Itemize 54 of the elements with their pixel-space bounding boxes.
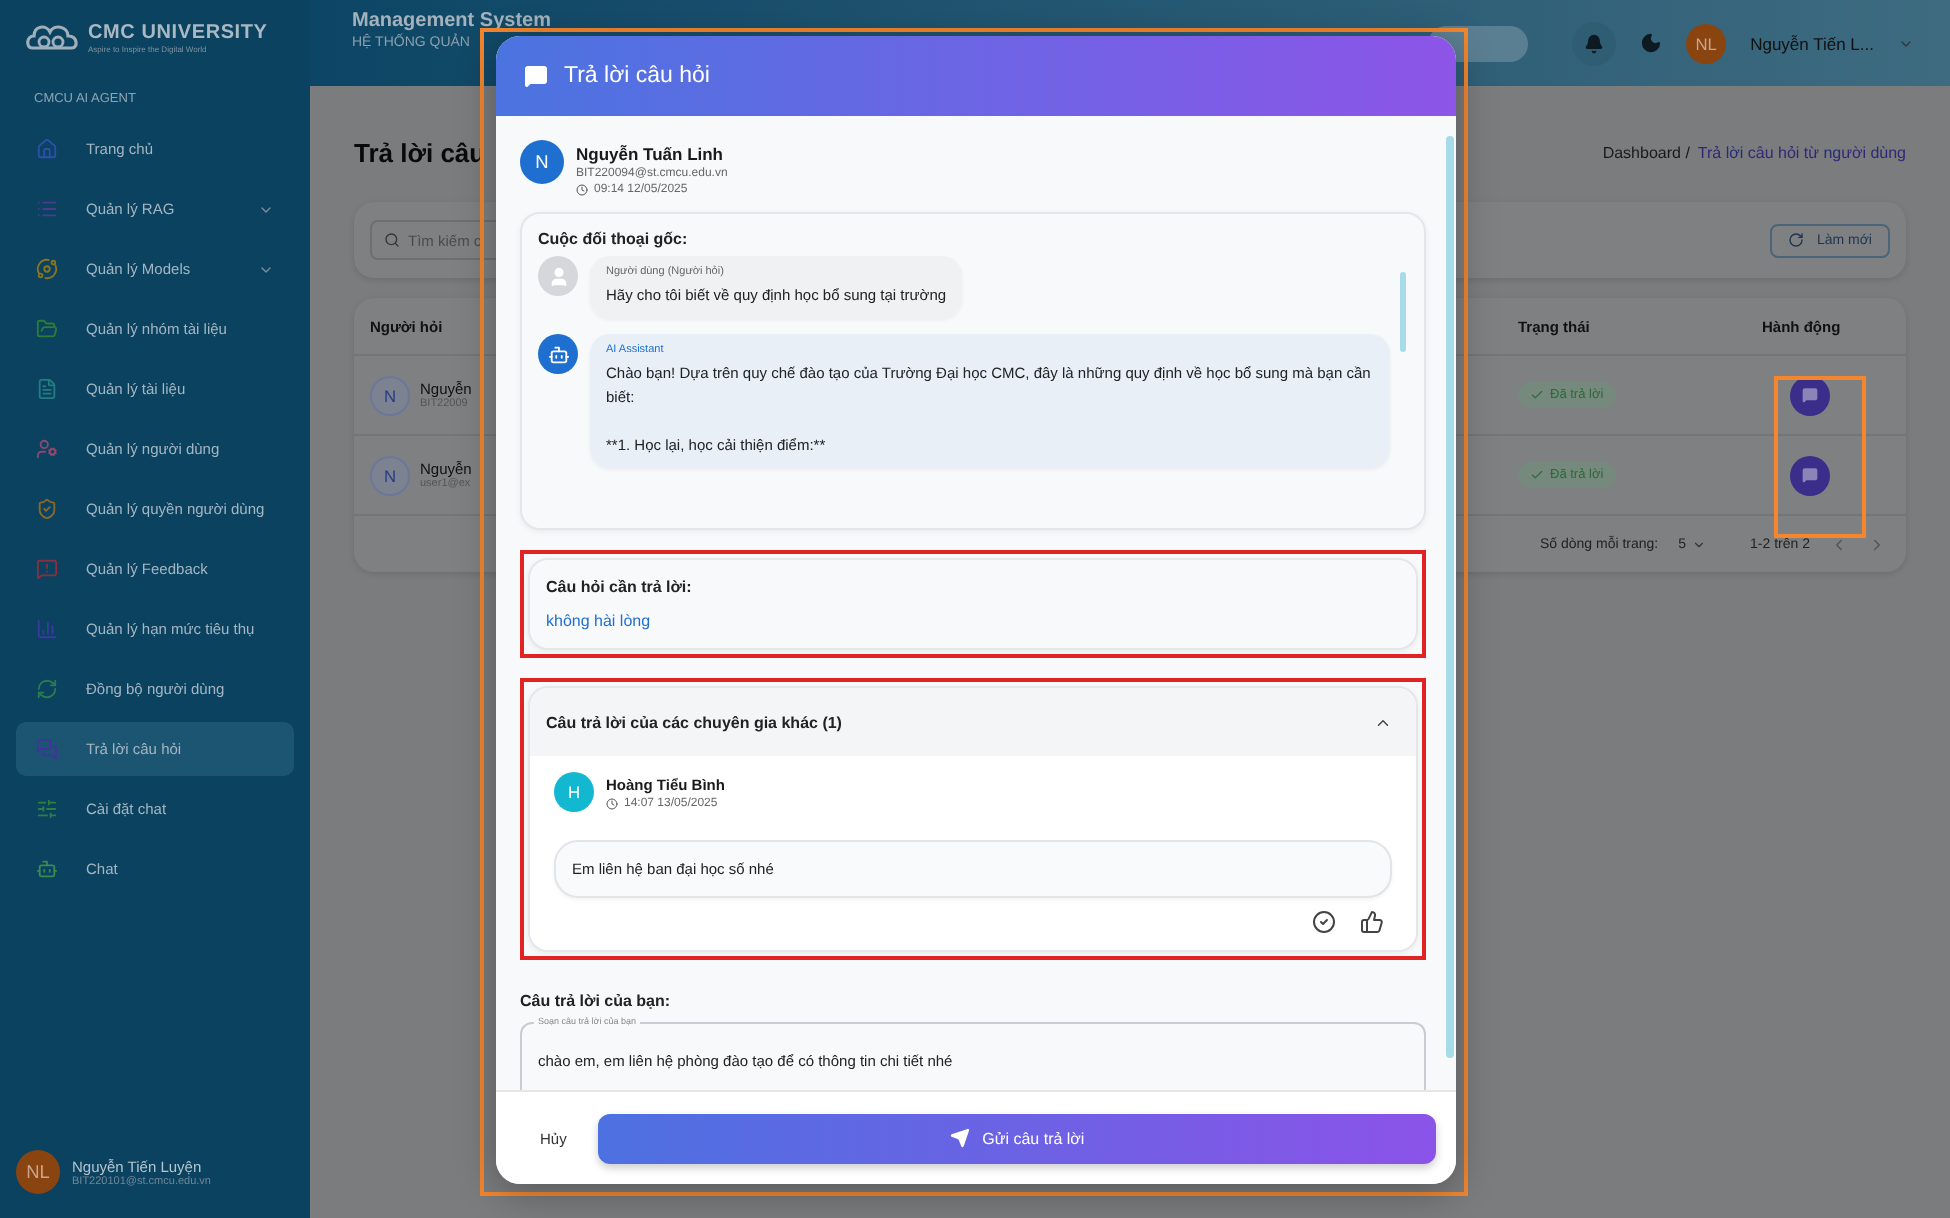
send-icon [950, 1128, 971, 1148]
panel-title: Câu hỏi cần trả lời: [546, 578, 694, 596]
refresh-icon [1788, 232, 1805, 248]
feedback-icon [36, 558, 58, 580]
moon-icon [1640, 32, 1663, 54]
folder-icon [36, 318, 58, 340]
dialog-title: Trả lời câu hỏi [564, 64, 710, 88]
sync-icon [36, 678, 58, 700]
search-icon [384, 232, 400, 248]
bell-icon [1584, 33, 1605, 53]
list-icon [36, 198, 58, 220]
reply-button[interactable] [1790, 455, 1830, 495]
asker-name: Nguyễn Tuấn Linh [576, 144, 726, 164]
question-text: không hài lòng [546, 612, 653, 630]
assistant-avatar [538, 334, 578, 374]
home-icon [36, 138, 58, 160]
bar-chart-icon [36, 618, 58, 640]
user-avatar [538, 256, 578, 296]
user-avatar: N [370, 455, 410, 495]
user-avatar: NL [16, 1150, 60, 1194]
clock-icon [606, 798, 618, 810]
shield-icon [36, 498, 58, 520]
caret-icon [1692, 537, 1707, 551]
chat-icon [36, 738, 58, 760]
breadcrumb-link[interactable]: Dashboard / [1602, 143, 1690, 161]
submit-button[interactable]: Gửi câu trả lời [598, 1113, 1436, 1163]
clock-icon [576, 184, 588, 196]
asker-avatar: N [520, 140, 564, 184]
panel-title: Cuộc đối thoại gốc: [538, 230, 690, 248]
user-avatar[interactable]: NL [1686, 23, 1727, 63]
robot-icon [36, 858, 58, 880]
accordion-header[interactable]: Câu trả lời của các chuyên gia khác (1) [530, 688, 1416, 756]
user-avatar: N [370, 375, 410, 415]
document-icon [36, 378, 58, 400]
app-title: Management System [352, 9, 551, 31]
previous-page-icon [1830, 535, 1848, 553]
expert-avatar: H [554, 772, 594, 812]
user-name: Nguyễn Tiến L... [1750, 33, 1874, 53]
reply-button[interactable] [1790, 375, 1830, 415]
check-circle-icon[interactable] [1312, 910, 1336, 934]
chat-icon [1802, 386, 1818, 404]
breadcrumb-current: Trả lời câu hỏi từ người dùng [1697, 143, 1906, 161]
next-page-icon [1868, 535, 1886, 553]
thumbs-up-icon[interactable] [1360, 910, 1384, 934]
sliders-icon [36, 798, 58, 820]
user-gear-icon [36, 438, 58, 460]
chat-icon [524, 64, 548, 88]
chat-icon [1802, 466, 1818, 484]
orbit-icon [36, 258, 58, 280]
logo-icon [24, 20, 80, 56]
notification-button[interactable] [1572, 21, 1617, 65]
answer-section-title: Câu trả lời của bạn: [520, 992, 673, 1010]
dark-mode-button[interactable] [1640, 32, 1663, 54]
logo-title: CMC UNIVERSITY [88, 22, 268, 44]
